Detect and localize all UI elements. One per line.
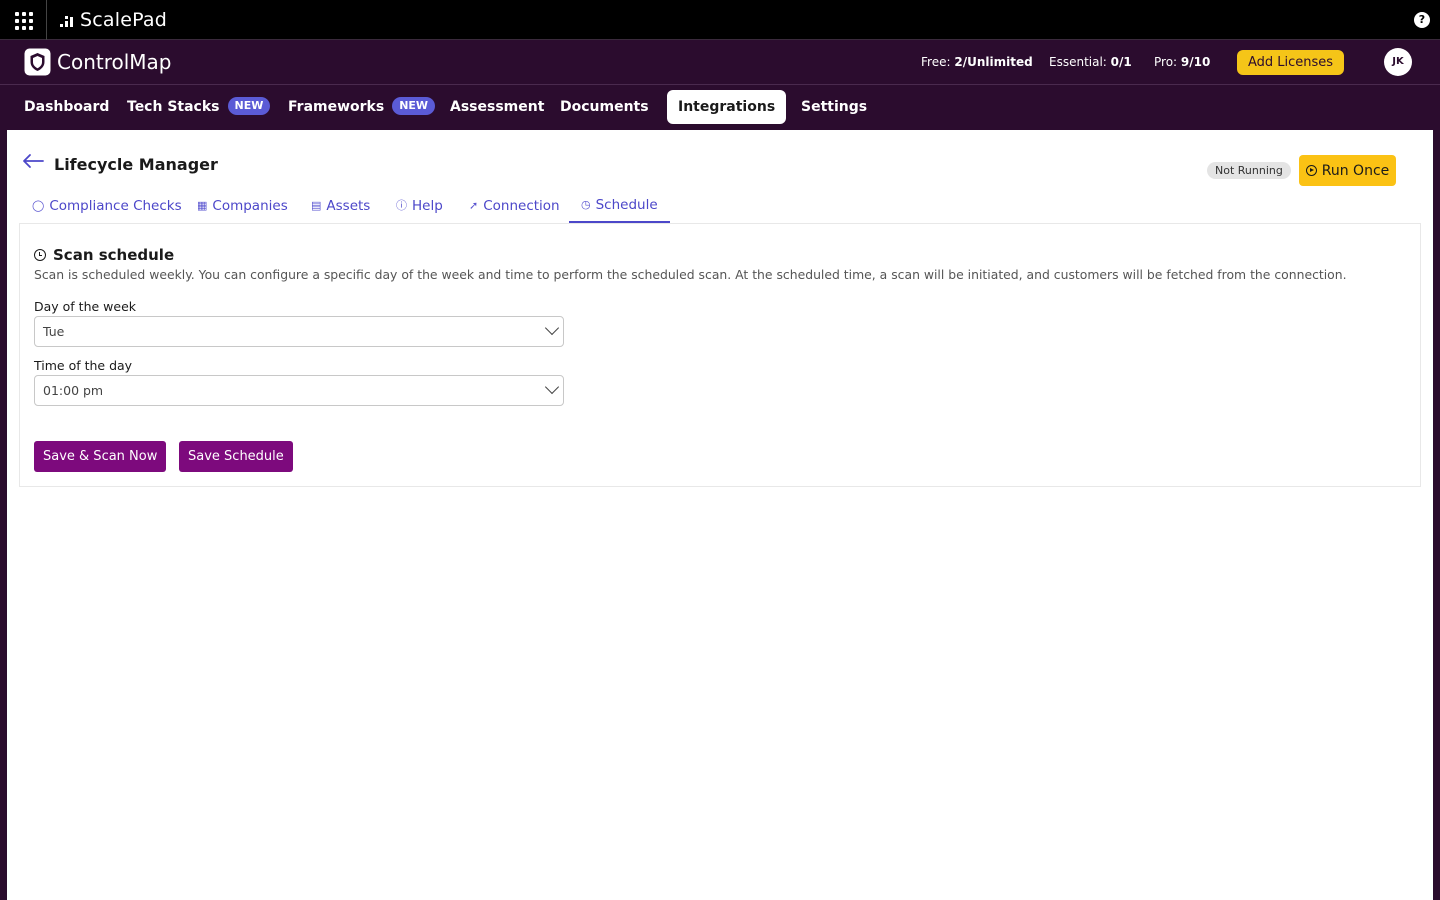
tab-compliance-checks[interactable]: ◯ Compliance Checks xyxy=(20,188,194,223)
clock-icon xyxy=(34,249,46,261)
tab-assets-label: Assets xyxy=(326,197,371,214)
play-circle-icon xyxy=(1305,165,1317,176)
help-icon[interactable]: ? xyxy=(1414,12,1430,28)
controlmap-logo[interactable]: ControlMap xyxy=(24,48,172,76)
nav-documents[interactable]: Documents xyxy=(549,90,660,124)
tab-schedule[interactable]: ◷ Schedule xyxy=(569,188,670,223)
section-title: Scan schedule xyxy=(34,246,174,264)
clock-icon: ◷ xyxy=(581,197,591,211)
nav-tech-stacks[interactable]: Tech Stacks NEW xyxy=(116,90,281,124)
schedule-panel: Scan schedule Scan is scheduled weekly. … xyxy=(19,223,1421,487)
scalepad-bar: ScalePad ? xyxy=(0,0,1440,40)
save-and-scan-button[interactable]: Save & Scan Now xyxy=(34,441,167,472)
nav-dashboard-label: Dashboard xyxy=(24,99,110,115)
time-of-day-label: Time of the day xyxy=(34,358,133,373)
tab-help-label: Help xyxy=(412,197,443,214)
check-circle-icon: ◯ xyxy=(32,198,45,212)
controlmap-brand: ControlMap xyxy=(57,50,172,74)
license-free-value: 2/Unlimited xyxy=(954,55,1033,69)
info-icon: ⓘ xyxy=(396,198,407,212)
license-essential-value: 0/1 xyxy=(1110,55,1132,69)
page-title: Lifecycle Manager xyxy=(54,155,218,174)
tab-connection[interactable]: ➚ Connection xyxy=(457,188,572,223)
nav-integrations-label: Integrations xyxy=(678,99,776,115)
day-of-week-label: Day of the week xyxy=(34,299,137,314)
license-pro-label: Pro: xyxy=(1154,55,1178,69)
server-icon: ▤ xyxy=(311,198,322,212)
nav-frameworks[interactable]: Frameworks NEW xyxy=(277,90,446,124)
nav-settings[interactable]: Settings xyxy=(790,90,878,124)
nav-tech-stacks-label: Tech Stacks xyxy=(127,99,220,115)
main-nav: Dashboard Tech Stacks NEW Frameworks NEW A… xyxy=(0,86,1440,130)
tab-compliance-label: Compliance Checks xyxy=(49,197,182,214)
day-of-week-value: Tue xyxy=(43,324,65,339)
new-badge: NEW xyxy=(227,97,271,115)
nav-assessment[interactable]: Assessment xyxy=(439,90,555,124)
scalepad-mark-icon xyxy=(60,12,76,28)
license-pro-value: 9/10 xyxy=(1180,55,1211,69)
nav-integrations[interactable]: Integrations xyxy=(667,90,787,124)
license-essential-label: Essential: xyxy=(1049,55,1107,69)
nav-settings-label: Settings xyxy=(801,99,868,115)
controlmap-header: ControlMap Free: 2/Unlimited Essential: … xyxy=(0,41,1440,85)
scalepad-brand: ScalePad xyxy=(80,9,168,31)
tab-help[interactable]: ⓘ Help xyxy=(384,188,455,223)
license-pro: Pro: 9/10 xyxy=(1154,55,1210,69)
apps-grid-icon[interactable] xyxy=(15,12,33,30)
tab-companies-label: Companies xyxy=(212,197,288,214)
back-arrow-icon[interactable] xyxy=(22,153,44,169)
chevron-down-icon xyxy=(544,320,560,336)
save-schedule-button[interactable]: Save Schedule xyxy=(179,441,293,472)
shield-icon xyxy=(24,48,51,76)
new-badge: NEW xyxy=(392,97,436,115)
nav-frameworks-label: Frameworks xyxy=(288,99,385,115)
nav-documents-label: Documents xyxy=(560,99,649,115)
license-essential: Essential: 0/1 xyxy=(1049,55,1132,69)
status-badge: Not Running xyxy=(1207,162,1291,179)
plug-icon: ➚ xyxy=(469,198,479,212)
license-free-label: Free: xyxy=(921,55,951,69)
tab-connection-label: Connection xyxy=(483,197,560,214)
section-description: Scan is scheduled weekly. You can config… xyxy=(34,267,1347,282)
tab-schedule-label: Schedule xyxy=(595,196,658,213)
chevron-down-icon xyxy=(544,379,560,395)
license-free: Free: 2/Unlimited xyxy=(921,55,1033,69)
nav-assessment-label: Assessment xyxy=(450,99,545,115)
nav-dashboard[interactable]: Dashboard xyxy=(13,90,120,124)
time-of-day-select[interactable]: 01:00 pm xyxy=(34,375,564,406)
content-area: Lifecycle Manager Not Running Run Once ◯… xyxy=(7,130,1433,900)
tab-companies[interactable]: ▦ Companies xyxy=(185,188,300,223)
section-title-text: Scan schedule xyxy=(53,246,175,264)
divider xyxy=(46,0,47,40)
add-licenses-button[interactable]: Add Licenses xyxy=(1237,50,1344,75)
building-icon: ▦ xyxy=(197,198,208,212)
run-once-label: Run Once xyxy=(1321,162,1390,179)
tab-assets[interactable]: ▤ Assets xyxy=(299,188,382,223)
run-once-button[interactable]: Run Once xyxy=(1299,155,1396,186)
time-of-day-value: 01:00 pm xyxy=(43,383,104,398)
avatar[interactable]: JK xyxy=(1384,48,1412,76)
day-of-week-select[interactable]: Tue xyxy=(34,316,564,347)
scalepad-logo[interactable]: ScalePad xyxy=(60,9,167,31)
